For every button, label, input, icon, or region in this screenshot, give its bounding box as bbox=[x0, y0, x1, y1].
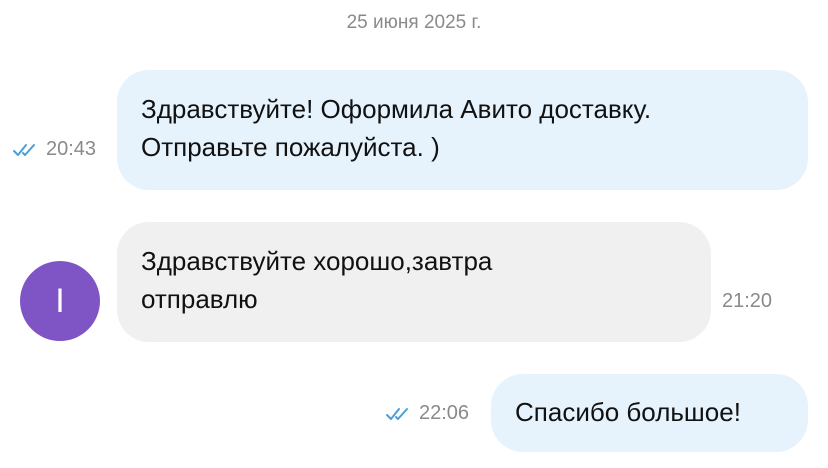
outgoing-message-bubble[interactable]: Здравствуйте! Оформила Авито доставку. О… bbox=[117, 70, 808, 190]
double-check-icon bbox=[13, 143, 35, 156]
message-text-line: отправлю bbox=[141, 284, 258, 314]
message-text-line: Здравствуйте хорошо,завтра bbox=[141, 246, 493, 276]
message-meta: 20:43 bbox=[12, 138, 96, 161]
message-text-line: Спасибо большое! bbox=[515, 397, 741, 427]
message-meta: 22:06 bbox=[385, 402, 469, 425]
message-time: 22:06 bbox=[419, 402, 470, 424]
message-time: 21:20 bbox=[722, 290, 773, 312]
date-separator: 25 июня 2025 г. bbox=[346, 12, 482, 33]
double-check-icon bbox=[386, 407, 408, 420]
message-text-line: Отправьте пожалуйста. ) bbox=[141, 132, 440, 162]
incoming-message-bubble[interactable]: Здравствуйте хорошо,завтра отправлю bbox=[117, 222, 711, 342]
outgoing-message-bubble[interactable]: Спасибо большое! bbox=[491, 374, 808, 452]
message-text-line: Здравствуйте! Оформила Авито доставку. bbox=[141, 94, 652, 124]
chat-thread: 25 июня 2025 г. 20:43 Здравствуйте! Офор… bbox=[0, 0, 828, 468]
message-time: 20:43 bbox=[46, 138, 97, 160]
avatar[interactable]: I bbox=[20, 261, 100, 341]
